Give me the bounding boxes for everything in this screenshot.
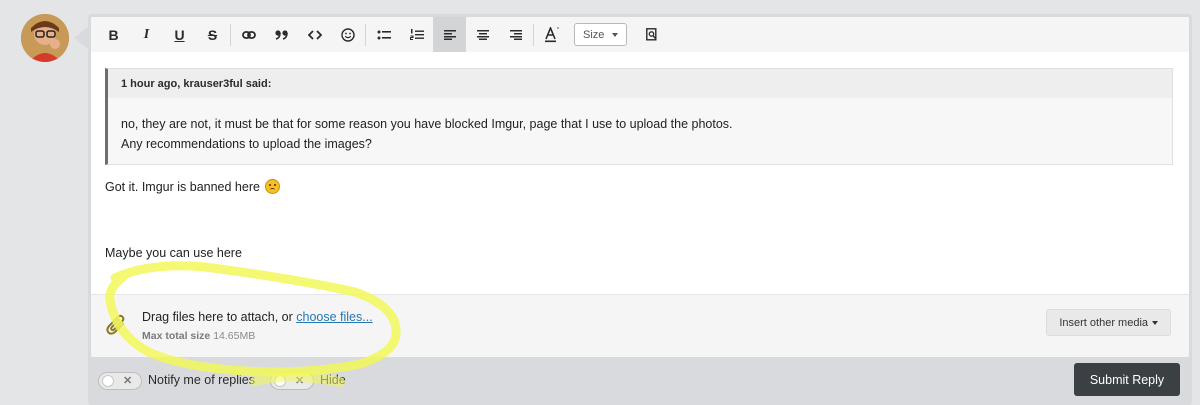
avatar[interactable] — [21, 14, 69, 62]
editor-toolbar: B I U S Size — [91, 17, 1189, 52]
preview-icon — [646, 28, 658, 41]
quoted-message: 1 hour ago, krauser3ful said: no, they a… — [105, 68, 1173, 165]
chevron-down-icon — [612, 32, 619, 37]
close-icon: ✕ — [295, 375, 305, 387]
align-left-button[interactable] — [433, 17, 466, 52]
hide-label: Hide — [320, 373, 346, 387]
code-button[interactable] — [298, 17, 331, 52]
notify-label: Notify me of replies — [148, 373, 255, 387]
quote-author: 1 hour ago, krauser3ful said: — [108, 69, 1172, 98]
toolbar-divider — [365, 23, 366, 46]
align-left-icon — [443, 29, 456, 40]
reply-panel: B I U S Size 1 hour ago, krauser3ful sai… — [88, 14, 1192, 405]
max-size-info: Max total size 14.65MB — [142, 330, 255, 342]
emoji-button[interactable] — [331, 17, 364, 52]
paperclip-icon — [105, 312, 129, 339]
message-text: Got it. Imgur is banned here — [105, 180, 260, 194]
align-center-button[interactable] — [466, 17, 499, 52]
underline-button[interactable]: U — [163, 17, 196, 52]
attachment-dropzone[interactable]: Drag files here to attach, or choose fil… — [91, 294, 1189, 357]
text-color-icon — [544, 26, 560, 43]
link-icon — [241, 30, 256, 40]
link-button[interactable] — [232, 17, 265, 52]
font-size-select[interactable]: Size — [574, 23, 628, 46]
notify-toggle[interactable]: ✕ — [98, 372, 142, 390]
max-size-value: 14.65MB — [213, 330, 256, 342]
quote-button[interactable] — [265, 17, 298, 52]
close-icon: ✕ — [123, 375, 133, 387]
reply-footer: ✕ Notify me of replies ✕ Hide Submit Rep… — [88, 357, 1192, 405]
quote-line: Any recommendations to upload the images… — [121, 137, 372, 151]
insert-media-button[interactable]: Insert other media — [1046, 309, 1171, 336]
italic-button[interactable]: I — [130, 17, 163, 52]
text-color-button[interactable] — [535, 17, 568, 52]
quote-icon — [274, 29, 289, 40]
strikethrough-button[interactable]: S — [196, 17, 229, 52]
smiley-icon — [340, 27, 355, 42]
rich-text-editor[interactable]: B I U S Size 1 hour ago, krauser3ful sai… — [91, 17, 1189, 357]
bullet-list-icon — [377, 30, 391, 40]
toolbar-divider — [533, 23, 534, 46]
attach-prompt-text: Drag files here to attach, or — [142, 310, 297, 324]
choose-files-link[interactable]: choose files... — [296, 310, 372, 324]
message-line: Maybe you can use here — [105, 246, 242, 260]
numbered-list-button[interactable] — [400, 17, 433, 52]
emoji-icon — [265, 179, 281, 194]
quote-body: no, they are not, it must be that for so… — [108, 98, 1172, 154]
quote-line: no, they are not, it must be that for so… — [121, 117, 733, 131]
toolbar-divider — [230, 23, 231, 46]
max-size-label: Max total size — [142, 330, 211, 342]
bold-button[interactable]: B — [97, 17, 130, 52]
align-right-icon — [509, 29, 522, 40]
insert-media-label: Insert other media — [1059, 316, 1148, 329]
bullet-list-button[interactable] — [367, 17, 400, 52]
message-line: Got it. Imgur is banned here — [105, 179, 281, 194]
numbered-list-icon — [409, 28, 424, 41]
preview-button[interactable] — [635, 17, 668, 52]
font-size-label: Size — [583, 28, 605, 41]
toggle-knob — [274, 375, 286, 387]
hide-toggle[interactable]: ✕ — [270, 372, 314, 390]
toggle-knob — [102, 375, 114, 387]
chevron-down-icon — [1152, 320, 1158, 325]
avatar-pointer — [74, 27, 88, 49]
align-right-button[interactable] — [499, 17, 532, 52]
code-icon — [307, 29, 322, 40]
submit-reply-button[interactable]: Submit Reply — [1074, 363, 1180, 396]
align-center-icon — [476, 29, 489, 40]
attach-prompt: Drag files here to attach, or choose fil… — [142, 310, 373, 324]
